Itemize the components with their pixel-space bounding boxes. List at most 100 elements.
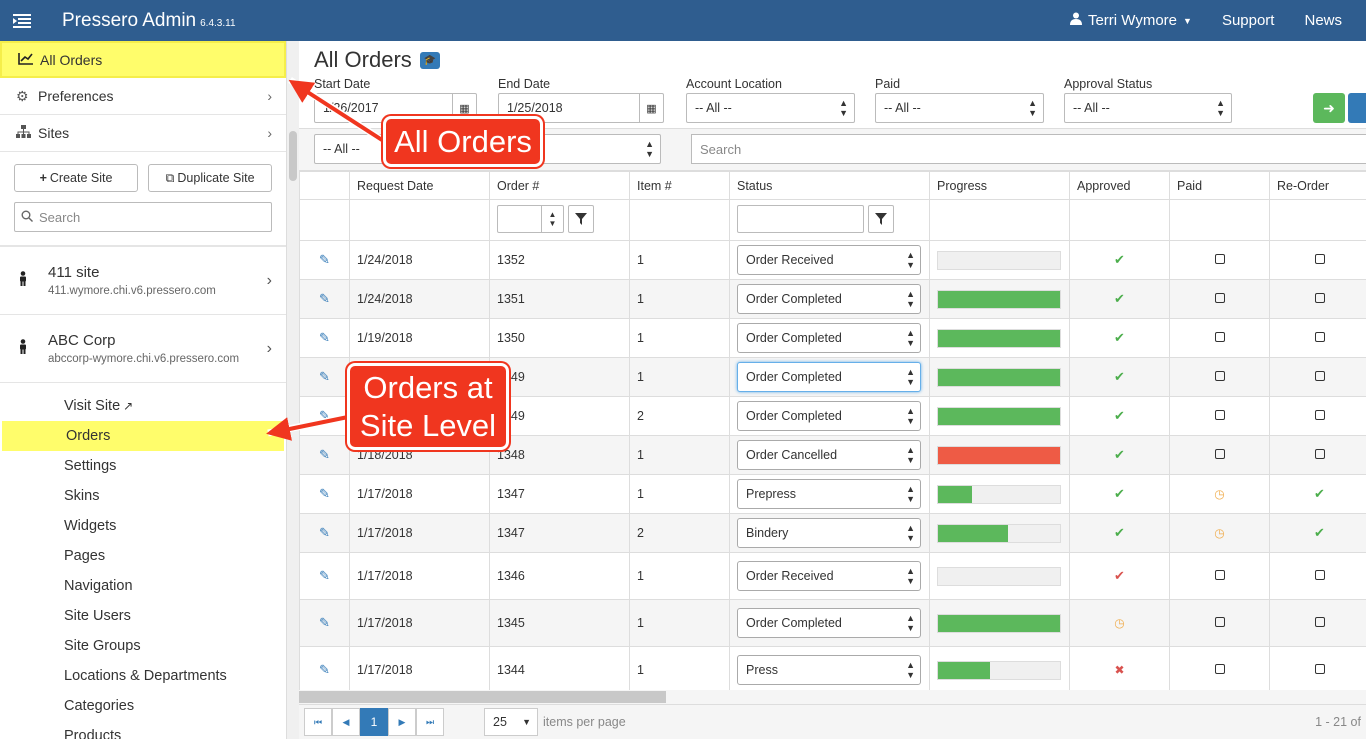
edit-icon[interactable]: ✎ — [319, 525, 330, 540]
spinner-icon[interactable]: ▲ ▼ — [541, 205, 563, 232]
create-site-button[interactable]: + Create Site — [14, 164, 138, 192]
horizontal-scrollbar[interactable] — [299, 690, 1366, 704]
column-header[interactable]: Approved — [1069, 171, 1170, 200]
table-row[interactable]: ✎ 1/17/2018 1347 2 Bindery ▲ ▼ ✔ ◷ ✔ — [299, 513, 1366, 553]
edit-icon[interactable]: ✎ — [319, 447, 330, 462]
filter-icon[interactable] — [868, 204, 894, 233]
column-header[interactable]: Status — [729, 171, 930, 200]
checkbox-icon[interactable] — [1214, 293, 1225, 303]
edit-icon[interactable]: ✎ — [319, 615, 330, 630]
sidebar-item-sites[interactable]: Sites › — [0, 115, 286, 152]
edit-icon[interactable]: ✎ — [319, 369, 330, 384]
sublink-locations-departments[interactable]: Locations & Departments — [0, 661, 286, 691]
column-header[interactable]: Item # — [629, 171, 730, 200]
status-filter-input[interactable] — [737, 204, 864, 233]
table-row[interactable]: ✎ 1/24/2018 1351 1 Order Completed ▲ ▼ ✔ — [299, 279, 1366, 319]
checkbox-icon[interactable] — [1214, 617, 1225, 627]
edit-icon[interactable]: ✎ — [319, 408, 330, 423]
site-item-abc-corp[interactable]: ABC Corp abccorp-wymore.chi.v6.pressero.… — [0, 314, 286, 382]
edit-icon[interactable]: ✎ — [319, 330, 330, 345]
news-link[interactable]: News — [1304, 12, 1342, 29]
checkbox-icon[interactable] — [1314, 617, 1325, 627]
sidebar-search-input[interactable]: Search — [14, 202, 272, 232]
sublink-site-users[interactable]: Site Users — [0, 601, 286, 631]
edit-icon[interactable]: ✎ — [319, 568, 330, 583]
status-select[interactable]: Order Cancelled ▲ ▼ — [737, 440, 921, 470]
apply-filters-button[interactable]: ➜ — [1313, 93, 1345, 123]
graduation-cap-icon[interactable]: 🎓 — [419, 51, 440, 69]
scrollbar-thumb[interactable] — [299, 691, 666, 703]
status-select[interactable]: Order Completed ▲ ▼ — [737, 284, 921, 314]
checkbox-icon[interactable] — [1314, 371, 1325, 381]
checkbox-icon[interactable] — [1214, 410, 1225, 420]
checkbox-icon[interactable] — [1314, 570, 1325, 580]
site-item-411[interactable]: 411 site 411.wymore.chi.v6.pressero.com … — [0, 246, 286, 314]
support-link[interactable]: Support — [1222, 12, 1275, 29]
column-header[interactable]: Request Date — [349, 171, 490, 200]
per-page-select[interactable]: 25 ▼ — [484, 708, 538, 736]
edit-icon[interactable]: ✎ — [319, 486, 330, 501]
save-button[interactable] — [1348, 93, 1366, 123]
current-page-button[interactable]: 1 — [360, 708, 388, 736]
table-row[interactable]: ✎ 1/19/2018 1350 1 Order Completed ▲ ▼ ✔ — [299, 318, 1366, 358]
checkbox-icon[interactable] — [1214, 570, 1225, 580]
column-header[interactable]: Paid — [1169, 171, 1270, 200]
status-select[interactable]: Order Received ▲ ▼ — [737, 245, 921, 275]
sublink-pages[interactable]: Pages — [0, 541, 286, 571]
checkbox-icon[interactable] — [1314, 449, 1325, 459]
checkbox-icon[interactable] — [1214, 449, 1225, 459]
sublink-categories[interactable]: Categories — [0, 691, 286, 721]
status-select[interactable]: Order Completed ▲ ▼ — [737, 608, 921, 638]
column-header[interactable]: Re-Order — [1269, 171, 1366, 200]
user-menu[interactable]: Terri Wymore ▼ — [1069, 12, 1192, 29]
checkbox-icon[interactable] — [1214, 254, 1225, 264]
table-row[interactable]: ✎ 1/17/2018 1346 1 Order Received ▲ ▼ ✔ — [299, 552, 1366, 600]
prev-page-button[interactable]: ◀ — [332, 708, 360, 736]
edit-icon[interactable]: ✎ — [319, 252, 330, 267]
menu-toggle-icon[interactable] — [0, 0, 44, 41]
first-page-button[interactable]: ⏮ — [304, 708, 332, 736]
status-select[interactable]: Order Received ▲ ▼ — [737, 561, 921, 591]
checkbox-icon[interactable] — [1214, 371, 1225, 381]
table-row[interactable]: ✎ 1/17/2018 1345 1 Order Completed ▲ ▼ ◷ — [299, 599, 1366, 647]
sidebar-item-preferences[interactable]: ⚙ Preferences › — [0, 78, 286, 115]
checkbox-icon[interactable] — [1214, 664, 1225, 674]
sublink-settings[interactable]: Settings — [0, 451, 286, 481]
scrollbar-thumb[interactable] — [289, 131, 297, 181]
sublink-visit-site[interactable]: Visit Site ↗ — [0, 391, 286, 421]
account-location-select[interactable]: -- All -- ▲ ▼ — [686, 93, 855, 123]
edit-icon[interactable]: ✎ — [319, 662, 330, 677]
last-page-button[interactable]: ⏭ — [416, 708, 444, 736]
status-select[interactable]: Prepress ▲ ▼ — [737, 479, 921, 509]
checkbox-icon[interactable] — [1214, 332, 1225, 342]
orders-search-input[interactable]: Search — [691, 134, 1366, 164]
column-header[interactable]: Order # — [489, 171, 630, 200]
sublink-orders[interactable]: Orders — [2, 421, 284, 451]
sublink-navigation[interactable]: Navigation — [0, 571, 286, 601]
status-select[interactable]: Press ▲ ▼ — [737, 655, 921, 685]
status-select[interactable]: Bindery ▲ ▼ — [737, 518, 921, 548]
filter-icon[interactable] — [568, 204, 594, 233]
checkbox-icon[interactable] — [1314, 254, 1325, 264]
sidebar-item-all-orders[interactable]: All Orders — [0, 41, 286, 78]
status-select[interactable]: Order Completed ▲ ▼ — [737, 323, 921, 353]
approval-status-select[interactable]: -- All -- ▲ ▼ — [1064, 93, 1232, 123]
status-select[interactable]: Order Completed ▲ ▼ — [737, 362, 921, 392]
edit-icon[interactable]: ✎ — [319, 291, 330, 306]
sublink-products[interactable]: Products — [0, 721, 286, 739]
checkbox-icon[interactable] — [1314, 664, 1325, 674]
checkbox-icon[interactable] — [1314, 410, 1325, 420]
order-number-filter[interactable]: ▲ ▼ — [497, 204, 564, 233]
calendar-icon[interactable]: ▦ — [639, 94, 663, 122]
next-page-button[interactable]: ▶ — [388, 708, 416, 736]
sidebar-scrollbar[interactable] — [287, 41, 299, 739]
paid-select[interactable]: -- All -- ▲ ▼ — [875, 93, 1044, 123]
checkbox-icon[interactable] — [1314, 332, 1325, 342]
checkbox-icon[interactable] — [1314, 293, 1325, 303]
status-select[interactable]: Order Completed ▲ ▼ — [737, 401, 921, 431]
sublink-site-groups[interactable]: Site Groups — [0, 631, 286, 661]
table-row[interactable]: ✎ 1/17/2018 1347 1 Prepress ▲ ▼ ✔ ◷ ✔ — [299, 474, 1366, 514]
column-header[interactable]: Progress — [929, 171, 1070, 200]
sublink-skins[interactable]: Skins — [0, 481, 286, 511]
sublink-widgets[interactable]: Widgets — [0, 511, 286, 541]
